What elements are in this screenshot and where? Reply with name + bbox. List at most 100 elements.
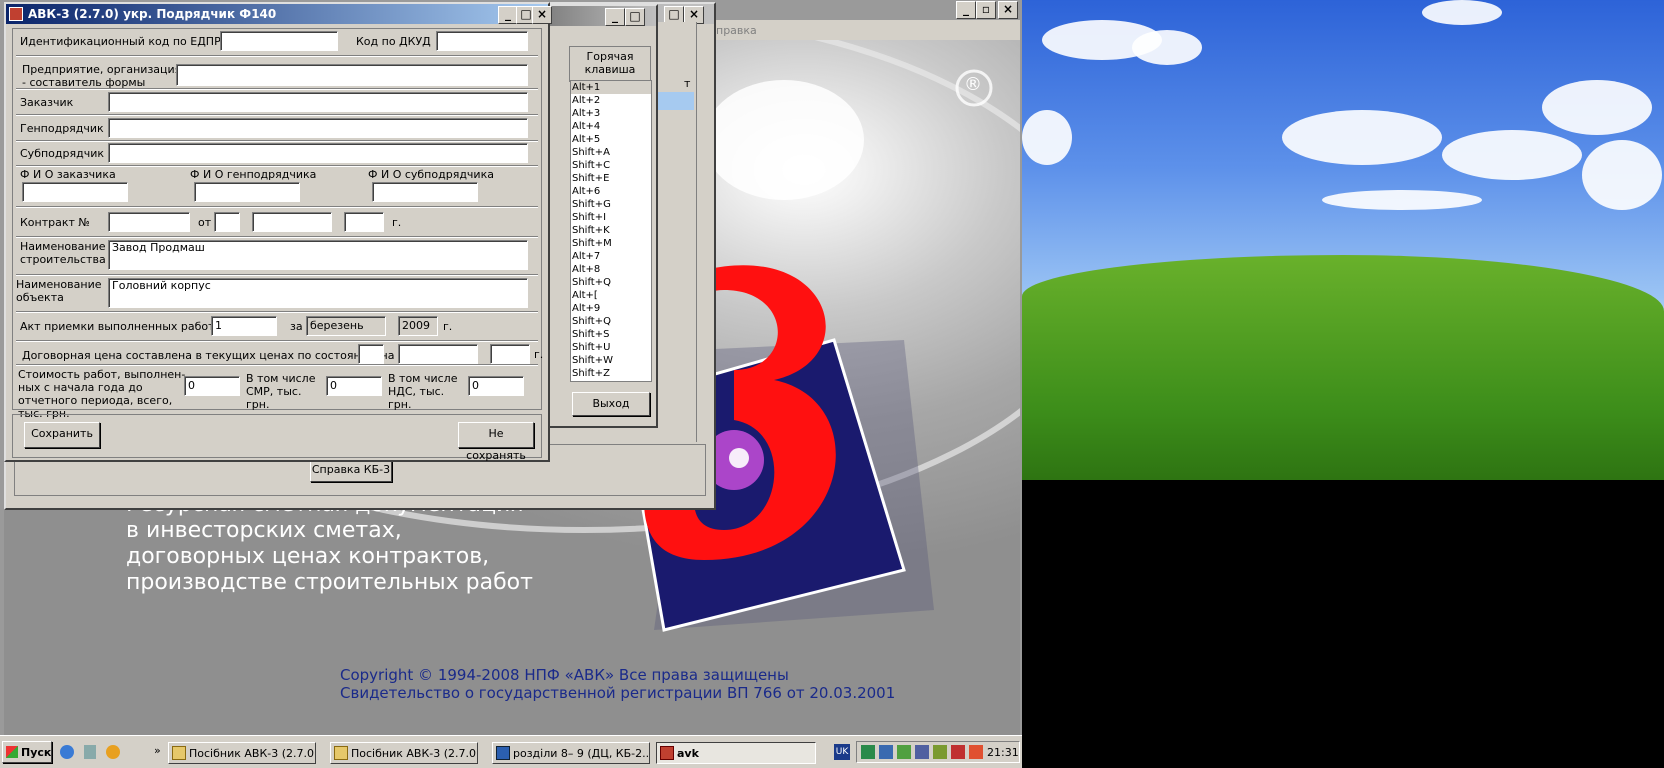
hotkey-item[interactable]: Alt+8 bbox=[571, 263, 651, 276]
cloud bbox=[1442, 130, 1582, 180]
menu-item-help[interactable]: правка bbox=[716, 24, 757, 37]
hotkey-item[interactable]: Shift+S bbox=[571, 328, 651, 341]
construction-field[interactable]: Завод Продмаш bbox=[108, 240, 528, 270]
price-year-field[interactable] bbox=[490, 344, 530, 364]
taskbar: Пуск » Посібник АВК-3 (2.7.0) Посібник А… bbox=[0, 735, 1022, 768]
language-indicator[interactable]: UK bbox=[834, 744, 850, 760]
contract-number-field[interactable] bbox=[108, 212, 190, 232]
hotkey-item[interactable]: Shift+C bbox=[571, 159, 651, 172]
cloud bbox=[1022, 110, 1072, 165]
contract-year-suffix: г. bbox=[392, 216, 402, 229]
hotkey-item[interactable]: Alt+1 bbox=[571, 81, 651, 94]
dkud-field[interactable] bbox=[436, 31, 528, 51]
edrpou-field[interactable] bbox=[220, 31, 338, 51]
hotkey-item[interactable]: Alt+9 bbox=[571, 302, 651, 315]
divider bbox=[16, 165, 538, 167]
hotkey-item[interactable]: Shift+I bbox=[571, 211, 651, 224]
act-month-field[interactable]: березень bbox=[306, 316, 386, 336]
task-button-active[interactable]: avk bbox=[656, 742, 816, 764]
hotkey-list[interactable]: Alt+1 Alt+2 Alt+3 Alt+4 Alt+5 Shift+A Shift+C S… bbox=[570, 80, 652, 382]
form-dialog: АВК-3 (2.7.0) укр. Подрядчик Ф140 _ □ × … bbox=[4, 2, 552, 462]
hotkey-item[interactable]: Shift+Q bbox=[571, 276, 651, 289]
task-button[interactable]: Посібник АВК-3 (2.7.0) bbox=[330, 742, 478, 764]
browser-icon[interactable] bbox=[106, 745, 120, 759]
act-year-field[interactable]: 2009 bbox=[398, 316, 438, 336]
tray-app-icon[interactable] bbox=[969, 745, 983, 759]
hotkey-item[interactable]: Shift+W bbox=[571, 354, 651, 367]
cloud bbox=[1132, 30, 1202, 65]
hotkey-item[interactable]: Alt+[ bbox=[571, 289, 651, 302]
ie-icon[interactable] bbox=[60, 745, 74, 759]
hotkey-item[interactable]: Shift+Q bbox=[571, 315, 651, 328]
exit-button[interactable]: Выход bbox=[572, 392, 650, 416]
hotkey-item[interactable]: Shift+G bbox=[571, 198, 651, 211]
price-month-field[interactable] bbox=[398, 344, 478, 364]
folder-quicklaunch-icon[interactable] bbox=[84, 745, 96, 759]
task-button[interactable]: розділи 8– 9 (ДЦ, КБ-2... bbox=[492, 742, 650, 764]
act-number-field[interactable]: 1 bbox=[211, 316, 277, 336]
customer-field[interactable] bbox=[108, 92, 528, 112]
price-day-field[interactable] bbox=[358, 344, 384, 364]
copyright-text: Copyright © 1994-2008 НПФ «АВК» Все прав… bbox=[340, 666, 789, 684]
tray-app-icon[interactable] bbox=[897, 745, 911, 759]
hotkey-item[interactable]: Alt+6 bbox=[571, 185, 651, 198]
vat-field[interactable]: 0 bbox=[468, 376, 524, 396]
close-icon[interactable]: × bbox=[532, 6, 552, 24]
hotkey-column-header[interactable]: Горячая клавиша bbox=[569, 46, 651, 82]
hotkey-item[interactable]: Alt+3 bbox=[571, 107, 651, 120]
cost-field[interactable]: 0 bbox=[184, 376, 240, 396]
contract-year-field[interactable] bbox=[344, 212, 384, 232]
general-contractor-field[interactable] bbox=[108, 118, 528, 138]
selected-row bbox=[658, 92, 694, 110]
minimize-icon[interactable]: _ bbox=[605, 8, 625, 26]
cloud bbox=[1542, 80, 1652, 135]
start-label: Пуск bbox=[21, 746, 52, 759]
object-label: Наименование объекта bbox=[16, 278, 102, 304]
tray-network-icon[interactable] bbox=[879, 745, 893, 759]
hotkey-item[interactable]: Alt+2 bbox=[571, 94, 651, 107]
slogan-line: производстве строительных работ bbox=[126, 570, 533, 595]
hotkey-item[interactable]: Shift+Z bbox=[571, 367, 651, 380]
hotkey-item[interactable]: Alt+5 bbox=[571, 133, 651, 146]
save-button[interactable]: Сохранить bbox=[24, 422, 100, 448]
start-button[interactable]: Пуск bbox=[2, 741, 52, 763]
column-header-partial: т bbox=[684, 77, 691, 90]
fio-sub-field[interactable] bbox=[372, 182, 478, 202]
hotkey-item[interactable]: Shift+E bbox=[571, 172, 651, 185]
hotkey-item[interactable]: Alt+4 bbox=[571, 120, 651, 133]
hotkey-item[interactable]: Shift+A bbox=[571, 146, 651, 159]
enterprise-label: Предприятие, организация - составитель ф… bbox=[22, 63, 182, 89]
minimize-icon[interactable]: _ bbox=[498, 6, 518, 24]
subcontractor-field[interactable] bbox=[108, 143, 528, 163]
minimize-icon[interactable]: _ bbox=[956, 1, 976, 19]
contract-day-field[interactable] bbox=[214, 212, 240, 232]
hotkey-item[interactable]: Shift+U bbox=[571, 341, 651, 354]
fio-customer-field[interactable] bbox=[22, 182, 128, 202]
tray-app-icon[interactable] bbox=[951, 745, 965, 759]
smr-field[interactable]: 0 bbox=[326, 376, 382, 396]
tray-app-icon[interactable] bbox=[915, 745, 929, 759]
hotkey-item[interactable]: Shift+K bbox=[571, 224, 651, 237]
divider bbox=[16, 114, 538, 116]
close-icon[interactable]: × bbox=[998, 1, 1018, 19]
tray-app-icon[interactable] bbox=[933, 745, 947, 759]
quicklaunch-chevron-icon[interactable]: » bbox=[154, 744, 161, 757]
registered-mark: ® bbox=[964, 74, 982, 95]
object-field[interactable]: Головний корпус bbox=[108, 278, 528, 308]
restore-icon[interactable]: ▫ bbox=[976, 1, 996, 19]
task-button[interactable]: Посібник АВК-3 (2.7.0) bbox=[168, 742, 316, 764]
contract-from-label: от bbox=[198, 216, 212, 229]
hotkey-item[interactable]: Shift+M bbox=[571, 237, 651, 250]
fio-general-field[interactable] bbox=[194, 182, 300, 202]
hotkey-item[interactable]: Alt+7 bbox=[571, 250, 651, 263]
cost-label: Стоимость работ, выполнен-ных с начала г… bbox=[18, 368, 186, 420]
no-save-button[interactable]: Не сохранять bbox=[458, 422, 534, 462]
act-for-label: за bbox=[290, 320, 303, 333]
vat-label: В том числе НДС, тыс. грн. bbox=[388, 372, 458, 411]
tray-app-icon[interactable] bbox=[861, 745, 875, 759]
clock[interactable]: 21:31 bbox=[987, 746, 1019, 759]
contract-month-field[interactable] bbox=[252, 212, 332, 232]
slogan-line: договорных ценах контрактов, bbox=[126, 544, 490, 569]
enterprise-field[interactable] bbox=[176, 64, 528, 86]
maximize-icon[interactable]: □ bbox=[625, 8, 645, 26]
